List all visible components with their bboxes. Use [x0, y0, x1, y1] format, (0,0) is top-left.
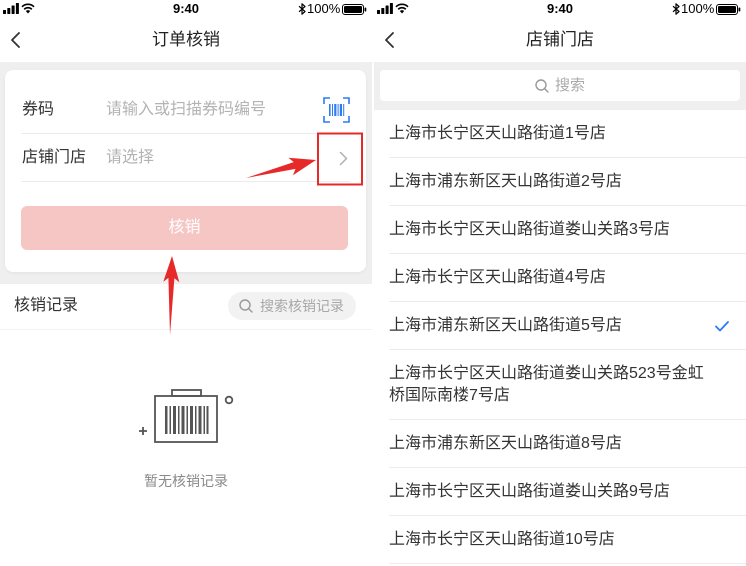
battery-percentage: 100%: [681, 1, 715, 16]
search-icon: [535, 78, 549, 93]
verify-submit-button[interactable]: 核销: [21, 206, 348, 250]
bluetooth-icon: [298, 3, 306, 15]
coupon-code-input[interactable]: [106, 98, 311, 122]
store-name: 上海市长宁区天山路街道娄山关路9号店: [389, 483, 670, 500]
store-name: 上海市长宁区天山路街道娄山关路3号店: [389, 221, 670, 238]
store-name: 上海市浦东新区天山路街道2号店: [389, 173, 622, 190]
back-chevron-icon: [384, 32, 396, 48]
store-name: 上海市长宁区天山路街道娄山关路523号金虹桥国际南楼7号店: [389, 365, 704, 404]
store-list-item[interactable]: 上海市浦东新区天山路街道5号店: [374, 302, 746, 350]
store-list-item[interactable]: 上海市长宁区天山路街道10号店: [374, 516, 746, 564]
store-list-item[interactable]: 上海市长宁区天山路街道1号店: [374, 110, 746, 158]
nav-bar: 订单核销: [0, 18, 372, 62]
store-label: 店铺门店: [22, 149, 87, 166]
store-select-screen: 9:40 100% 店铺门店 搜索 上海市长宁区天山路街道1号店 上海市浦东新区天…: [374, 0, 746, 566]
records-title: 核销记录: [14, 297, 79, 314]
order-verify-screen: 9:40 100% 订单核销 券码 请输入或扫描券码编号 店铺门店 请选择 核销…: [0, 0, 372, 566]
bluetooth-icon: [672, 3, 680, 15]
store-name: 上海市长宁区天山路街道1号店: [389, 125, 606, 142]
back-button[interactable]: [6, 30, 28, 50]
battery-percentage: 100%: [307, 1, 341, 16]
store-list-item[interactable]: 上海市浦东新区天山路街道8号店: [374, 420, 746, 468]
back-button[interactable]: [380, 30, 402, 50]
page-title: 订单核销: [152, 30, 220, 49]
store-search-bar[interactable]: 搜索: [380, 70, 740, 101]
store-name: 上海市长宁区天山路街道4号店: [389, 269, 606, 286]
chevron-right-icon: [339, 151, 348, 166]
store-list-item[interactable]: 上海市长宁区天山路街道娄山关路523号金虹桥国际南楼7号店: [374, 350, 746, 420]
status-bar: 9:40 100%: [0, 0, 372, 18]
store-list-item[interactable]: 上海市浦东新区天山路街道2号店: [374, 158, 746, 206]
store-name: 上海市长宁区天山路街道10号店: [389, 531, 615, 548]
records-search-bar[interactable]: 搜索核销记录: [228, 292, 356, 320]
store-name: 上海市浦东新区天山路街道8号店: [389, 435, 622, 452]
store-search-area: 搜索: [374, 62, 746, 110]
store-name: 上海市浦东新区天山路街道5号店: [389, 317, 622, 334]
store-list-item[interactable]: 上海市长宁区天山路街道娄山关路9号店: [374, 468, 746, 516]
coupon-code-row: 券码: [21, 86, 350, 134]
scan-barcode-icon[interactable]: [323, 97, 350, 123]
store-search-placeholder: 搜索: [554, 77, 585, 94]
store-picker-placeholder: 请选择: [106, 149, 155, 166]
coupon-code-label: 券码: [22, 101, 55, 118]
verify-form-card: 券码 店铺门店 请选择 核销: [5, 70, 366, 272]
store-list-item[interactable]: 上海市长宁区天山路街道4号店: [374, 254, 746, 302]
store-list-item[interactable]: 上海市长宁区天山路街道娄山关路3号店: [374, 206, 746, 254]
nav-bar: 店铺门店: [374, 18, 746, 62]
battery-icon: [342, 4, 367, 15]
store-list: 上海市长宁区天山路街道1号店 上海市浦东新区天山路街道2号店 上海市长宁区天山路街道…: [374, 110, 746, 564]
barcode-box-icon: [135, 386, 235, 448]
records-header: 核销记录 搜索核销记录: [0, 284, 372, 330]
battery-icon: [716, 4, 741, 15]
search-icon: [239, 299, 253, 313]
back-chevron-icon: [10, 32, 22, 48]
page-title: 店铺门店: [526, 30, 594, 49]
records-search-placeholder: 搜索核销记录: [260, 298, 344, 314]
status-bar: 9:40 100%: [374, 0, 746, 18]
checkmark-icon: [715, 321, 729, 332]
store-picker-row[interactable]: 店铺门店 请选择: [21, 134, 350, 182]
empty-state-text: 暂无核销记录: [144, 473, 228, 489]
